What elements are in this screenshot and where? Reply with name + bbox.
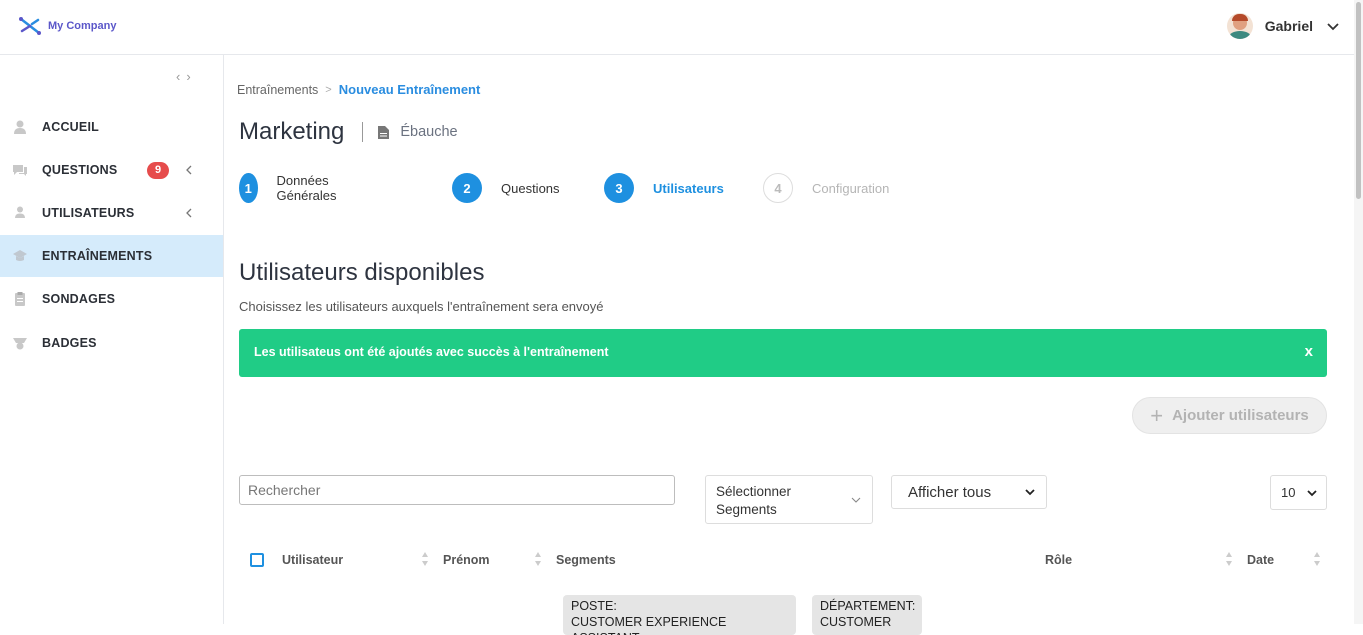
breadcrumb-current: Nouveau Entraînement <box>338 82 481 97</box>
main-content: Entraînements > Nouveau Entraînement Mar… <box>224 55 1354 635</box>
graduation-cap-icon <box>13 250 27 261</box>
step-label: Configuration <box>812 180 890 196</box>
step-number: 1 <box>239 173 258 203</box>
segment-chip: POSTE: CUSTOMER EXPERIENCE ASSISTANT <box>563 595 796 635</box>
sort-icon[interactable] <box>421 551 429 567</box>
user-icon <box>15 206 25 218</box>
show-filter-value: Afficher tous <box>908 483 992 501</box>
chevron-down-icon <box>1025 489 1035 496</box>
step-label: Utilisateurs <box>653 180 724 196</box>
badge-icon <box>13 338 27 350</box>
column-header-segments: Segments <box>556 553 616 567</box>
show-filter-select[interactable]: Afficher tous <box>891 475 1047 509</box>
step-donnees-generales[interactable]: 1 Données Générales <box>239 173 348 203</box>
sidebar-item-utilisateurs[interactable]: UTILISATEURS <box>0 192 223 234</box>
success-alert: Les utilisateus ont été ajoutés avec suc… <box>239 329 1327 377</box>
page-size-select[interactable]: 10 <box>1270 475 1327 510</box>
sort-icon[interactable] <box>1225 551 1233 567</box>
status-label: Ébauche <box>400 124 458 140</box>
step-utilisateurs[interactable]: 3 Utilisateurs <box>604 173 724 203</box>
title-divider <box>362 122 364 142</box>
sidebar-item-sondages[interactable]: SONDAGES <box>0 278 223 320</box>
breadcrumb-parent-link[interactable]: Entraînements <box>237 83 318 97</box>
segments-select[interactable]: Sélectionner Segments <box>705 475 873 524</box>
breadcrumb: Entraînements > Nouveau Entraînement <box>237 82 480 97</box>
top-bar: My Company Gabriel <box>0 0 1363 55</box>
sidebar-item-label: QUESTIONS <box>42 163 118 177</box>
logo-icon <box>19 17 41 35</box>
avatar[interactable] <box>1226 13 1253 39</box>
page-size-value: 10 <box>1281 485 1296 500</box>
chevron-down-icon[interactable] <box>1325 18 1341 34</box>
chat-icon <box>13 165 27 176</box>
step-number: 3 <box>604 173 634 203</box>
sidebar-item-badges[interactable]: BADGES <box>0 322 223 364</box>
section-subtitle: Choisissez les utilisateurs auxquels l'e… <box>239 299 604 314</box>
page-header: Marketing Ébauche <box>239 118 458 146</box>
section-title: Utilisateurs disponibles <box>239 259 485 286</box>
table-header: Utilisateur Prénom Segments Rôle Date <box>239 549 1327 573</box>
step-label: Données Générales <box>276 173 337 203</box>
segment-chip-value: CUSTOMER <box>820 615 892 629</box>
chevron-left-icon[interactable] <box>183 164 195 176</box>
step-configuration[interactable]: 4 Configuration <box>763 173 889 203</box>
sidebar-item-questions[interactable]: QUESTIONS 9 <box>0 149 223 191</box>
clipboard-icon <box>15 292 25 306</box>
sort-icon[interactable] <box>1313 551 1321 567</box>
plus-icon: + <box>1150 402 1164 428</box>
step-questions[interactable]: 2 Questions <box>452 173 560 203</box>
alert-close-button[interactable]: x <box>1305 343 1313 360</box>
sidebar-item-label: BADGES <box>42 336 97 350</box>
user-menu[interactable]: Gabriel <box>1226 13 1341 39</box>
column-header-prenom[interactable]: Prénom <box>443 553 490 567</box>
sort-icon[interactable] <box>534 551 542 567</box>
home-icon <box>14 120 26 134</box>
sidebar: ‹› ACCUEIL QUESTIONS 9 UTILISATEURS ENTR… <box>0 55 224 624</box>
sidebar-item-accueil[interactable]: ACCUEIL <box>0 106 223 148</box>
sidebar-item-entrainements[interactable]: ENTRAÎNEMENTS <box>0 235 223 277</box>
sidebar-item-label: ACCUEIL <box>42 120 99 134</box>
segment-chip-key: DÉPARTEMENT: <box>820 599 916 613</box>
add-users-button[interactable]: + Ajouter utilisateurs <box>1132 397 1327 434</box>
segment-chip-value: CUSTOMER EXPERIENCE ASSISTANT <box>571 615 727 635</box>
breadcrumb-separator: > <box>325 83 332 96</box>
page-title: Marketing <box>239 118 345 145</box>
segment-chip: DÉPARTEMENT: CUSTOMER <box>812 595 922 635</box>
company-name: My Company <box>48 20 117 32</box>
document-icon <box>378 125 390 139</box>
sidebar-collapse-toggle[interactable]: ‹› <box>176 69 197 84</box>
segment-chip-key: POSTE: <box>571 599 617 613</box>
search-input[interactable] <box>239 475 675 505</box>
column-header-utilisateur[interactable]: Utilisateur <box>282 553 343 567</box>
add-users-label: Ajouter utilisateurs <box>1172 407 1309 424</box>
chevron-left-icon[interactable] <box>183 207 195 219</box>
scrollbar-thumb[interactable] <box>1356 2 1361 199</box>
company-logo[interactable]: My Company <box>18 15 116 37</box>
select-all-checkbox[interactable] <box>250 553 264 567</box>
alert-message: Les utilisateus ont été ajoutés avec suc… <box>254 345 609 359</box>
user-name[interactable]: Gabriel <box>1265 18 1313 34</box>
chevron-down-icon <box>1307 489 1317 496</box>
sidebar-item-label: SONDAGES <box>42 292 116 306</box>
segments-select-line1: Sélectionner <box>716 484 792 499</box>
page-scrollbar[interactable] <box>1354 0 1363 624</box>
chevron-down-icon <box>851 497 861 503</box>
sidebar-item-label: ENTRAÎNEMENTS <box>42 249 153 263</box>
step-number: 4 <box>763 173 793 203</box>
segments-select-line2: Segments <box>716 502 777 517</box>
sidebar-item-label: UTILISATEURS <box>42 206 135 220</box>
column-header-date[interactable]: Date <box>1247 553 1274 567</box>
step-label: Questions <box>501 180 560 196</box>
step-number: 2 <box>452 173 482 203</box>
questions-count-badge: 9 <box>147 161 169 179</box>
column-header-role[interactable]: Rôle <box>1045 553 1072 567</box>
